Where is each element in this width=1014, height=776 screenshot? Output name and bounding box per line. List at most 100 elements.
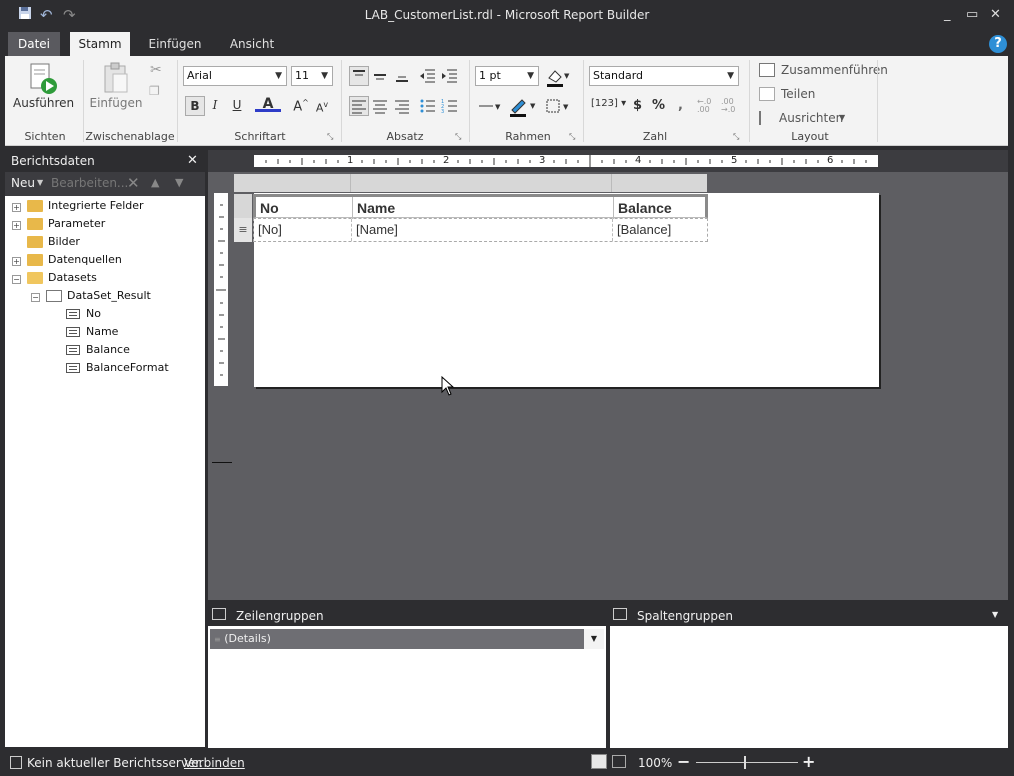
svg-text:▼: ▼ bbox=[563, 103, 569, 111]
align-center-icon[interactable] bbox=[371, 97, 389, 118]
decrease-indent-icon[interactable] bbox=[419, 67, 437, 88]
minimize-button[interactable]: _ bbox=[944, 7, 951, 22]
dialog-launcher-icon[interactable]: ⤡ bbox=[327, 132, 333, 142]
tree-item-field-balance[interactable]: Balance bbox=[86, 341, 130, 359]
increase-decimals-icon[interactable]: .00 →.0 bbox=[721, 98, 735, 114]
border-color-icon[interactable]: ▼ bbox=[508, 96, 538, 121]
server-status-text: Kein aktueller Berichtsserver. bbox=[27, 756, 203, 770]
tab-ansicht[interactable]: Ansicht bbox=[224, 32, 280, 56]
align-right-icon[interactable] bbox=[393, 97, 411, 118]
collapse-icon[interactable]: − bbox=[12, 275, 21, 284]
cut-icon[interactable]: ✂ bbox=[150, 62, 162, 78]
expand-icon[interactable]: + bbox=[12, 221, 21, 230]
maximize-button[interactable]: ▭ bbox=[966, 7, 978, 22]
bold-icon[interactable]: B bbox=[185, 96, 205, 116]
header-cell-name[interactable]: Name bbox=[352, 197, 613, 219]
zoom-in-icon[interactable]: + bbox=[802, 752, 815, 771]
help-icon[interactable]: ? bbox=[989, 35, 1007, 53]
close-button[interactable]: ✕ bbox=[990, 7, 1001, 22]
borders-icon[interactable]: ▼ bbox=[545, 98, 571, 117]
details-group-item[interactable]: ≡ (Details) ▼ bbox=[210, 629, 604, 649]
details-row-icon[interactable]: ≡ bbox=[234, 218, 252, 242]
number-format-select[interactable]: Standard ▼ bbox=[589, 66, 739, 86]
header-cell-no[interactable]: No bbox=[256, 197, 352, 219]
run-button[interactable]: Ausführen bbox=[13, 96, 74, 110]
font-color-icon[interactable]: A bbox=[255, 96, 281, 112]
fill-color-icon[interactable]: ▼ bbox=[545, 66, 571, 91]
font-size-value: 11 bbox=[295, 69, 309, 82]
line-style-icon[interactable]: ▼ bbox=[477, 98, 503, 117]
data-cell-no[interactable]: [No] bbox=[254, 219, 351, 241]
underline-icon[interactable]: U bbox=[229, 98, 245, 112]
tab-stamm[interactable]: Stamm bbox=[70, 32, 130, 56]
placeholder-format-icon[interactable]: [123] ▾ bbox=[591, 98, 626, 109]
ruler-mark: 2 bbox=[443, 155, 450, 166]
table-header-row[interactable]: No Name Balance bbox=[253, 194, 708, 219]
paste-button[interactable]: Einfügen bbox=[89, 96, 143, 110]
align-top-icon[interactable] bbox=[349, 66, 369, 86]
dialog-launcher-icon[interactable]: ⤡ bbox=[733, 132, 739, 142]
tree-item-datenquellen[interactable]: Datenquellen bbox=[48, 251, 122, 269]
tree-item-datasets[interactable]: Datasets bbox=[48, 269, 97, 287]
copy-icon[interactable]: ❐ bbox=[149, 84, 160, 98]
edit-button[interactable]: Bearbeiten... bbox=[51, 176, 128, 190]
dialog-launcher-icon[interactable]: ⤡ bbox=[569, 132, 575, 142]
grow-font-icon[interactable]: A^ bbox=[292, 98, 310, 114]
design-view-icon[interactable] bbox=[591, 754, 607, 769]
bullet-list-icon[interactable] bbox=[419, 97, 437, 118]
split-cells-button[interactable]: Teilen bbox=[781, 87, 815, 101]
decrease-decimals-icon[interactable]: ←.0.00 bbox=[697, 98, 711, 114]
tab-einfuegen[interactable]: Einfügen bbox=[145, 32, 205, 56]
connect-link[interactable]: Verbinden bbox=[184, 756, 245, 770]
numbered-list-icon[interactable]: 123 bbox=[441, 97, 459, 118]
currency-button[interactable]: $ bbox=[633, 98, 642, 113]
group-label-absatz: Absatz bbox=[386, 130, 424, 143]
expand-icon[interactable]: + bbox=[12, 257, 21, 266]
tree-item-parameter[interactable]: Parameter bbox=[48, 215, 105, 233]
dialog-launcher-icon[interactable]: ⤡ bbox=[455, 132, 461, 142]
folder-icon bbox=[27, 200, 43, 212]
table-row[interactable]: [No] [Name] [Balance] bbox=[253, 218, 708, 242]
paste-icon bbox=[101, 62, 131, 94]
tree-item-bilder[interactable]: Bilder bbox=[48, 233, 80, 251]
body-resize-handle[interactable] bbox=[212, 462, 232, 463]
tree-item-dataset-result[interactable]: DataSet_Result bbox=[67, 287, 151, 305]
align-middle-icon[interactable] bbox=[371, 67, 389, 88]
chevron-down-icon[interactable]: ▼ bbox=[992, 610, 998, 619]
column-handle-bar[interactable] bbox=[234, 174, 707, 192]
merge-cells-button[interactable]: Zusammenführen bbox=[781, 63, 888, 77]
zoom-out-icon[interactable]: − bbox=[677, 752, 690, 771]
delete-icon[interactable]: ✕ bbox=[127, 174, 140, 192]
tree-item-field-name[interactable]: Name bbox=[86, 323, 118, 341]
align-left-icon[interactable] bbox=[349, 96, 369, 116]
border-width-select[interactable]: 1 pt ▼ bbox=[475, 66, 539, 86]
increase-indent-icon[interactable] bbox=[441, 67, 459, 88]
font-size-select[interactable]: 11 ▼ bbox=[291, 66, 333, 86]
new-button[interactable]: Neu bbox=[11, 176, 35, 190]
move-down-icon[interactable]: ▼ bbox=[175, 176, 183, 189]
header-cell-balance[interactable]: Balance bbox=[613, 197, 708, 219]
close-icon[interactable]: ✕ bbox=[187, 150, 198, 172]
align-bottom-icon[interactable] bbox=[393, 67, 411, 88]
data-cell-balance[interactable]: [Balance] bbox=[612, 219, 707, 241]
font-family-select[interactable]: Arial ▼ bbox=[183, 66, 287, 86]
tree-item-integrierte-felder[interactable]: Integrierte Felder bbox=[48, 197, 144, 215]
align-objects-button[interactable]: Ausrichten bbox=[779, 111, 843, 125]
preview-view-icon[interactable] bbox=[612, 755, 626, 768]
split-cells-icon bbox=[759, 87, 775, 101]
italic-icon[interactable]: I bbox=[207, 98, 223, 112]
data-cell-name[interactable]: [Name] bbox=[351, 219, 612, 241]
collapse-icon[interactable]: − bbox=[31, 293, 40, 302]
comma-style-icon[interactable]: , bbox=[678, 98, 683, 113]
tree-item-field-no[interactable]: No bbox=[86, 305, 101, 323]
shrink-font-icon[interactable]: Av bbox=[314, 100, 330, 115]
move-up-icon[interactable]: ▲ bbox=[151, 176, 159, 189]
zoom-slider-thumb[interactable] bbox=[744, 756, 746, 769]
group-dropdown-button[interactable]: ▼ bbox=[584, 629, 604, 649]
tree-item-field-balanceformat[interactable]: BalanceFormat bbox=[86, 359, 169, 377]
percent-button[interactable]: % bbox=[652, 98, 665, 113]
zoom-slider[interactable] bbox=[696, 762, 798, 763]
expand-icon[interactable]: + bbox=[12, 203, 21, 212]
column-groups-pane bbox=[610, 626, 1008, 748]
tab-datei[interactable]: Datei bbox=[8, 32, 60, 56]
